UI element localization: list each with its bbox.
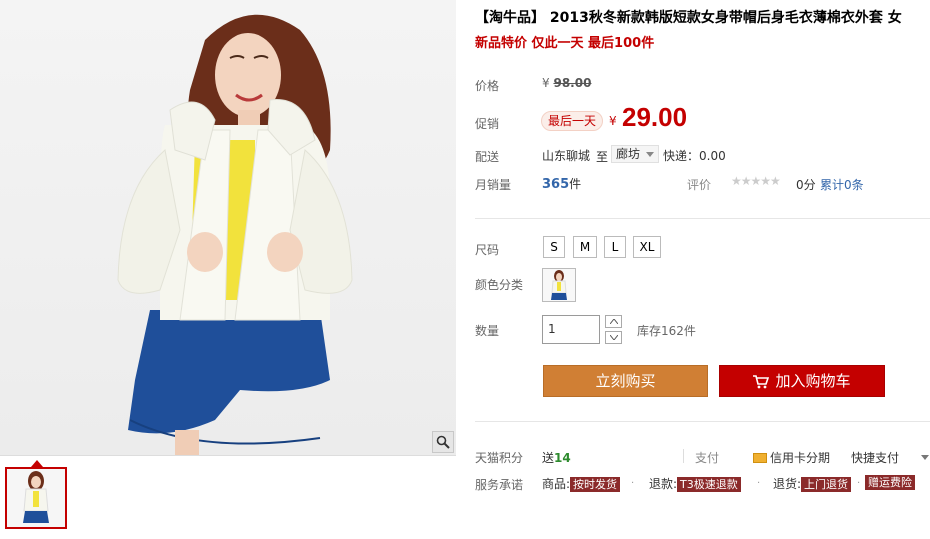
service-return: 退货: 上门退货 <box>773 475 852 492</box>
buy-now-button[interactable]: 立刻购买 <box>543 365 708 397</box>
list-price-value: 98.00 <box>553 76 592 90</box>
list-price-label: 价格 <box>475 79 500 93</box>
cart-icon <box>753 374 770 388</box>
tmall-points: 送14 <box>542 449 571 466</box>
service-promise-label: 服务承诺 <box>475 478 524 492</box>
sales-count: 365 <box>542 177 570 192</box>
zoom-icon[interactable] <box>432 431 454 453</box>
currency-symbol: ¥ <box>542 76 550 90</box>
monthly-sales: 365件 <box>542 175 581 192</box>
divider <box>475 218 930 219</box>
chevron-up-icon <box>609 319 618 324</box>
stock-count: 库存162件 <box>637 324 696 338</box>
quantity-input[interactable]: 1 <box>542 315 600 344</box>
color-option-white[interactable] <box>542 268 576 302</box>
size-option-m[interactable]: M <box>573 236 597 258</box>
service-refund: 退款: T3极速退款 <box>649 475 741 492</box>
size-label: 尺码 <box>475 243 500 257</box>
promo-label: 促销 <box>475 117 500 131</box>
size-option-s[interactable]: S <box>543 236 565 258</box>
monthly-sales-label: 月销量 <box>475 178 512 192</box>
promo-currency: ¥ <box>609 114 617 128</box>
size-option-xl[interactable]: XL <box>633 236 661 258</box>
door-return-badge[interactable]: 上门退货 <box>801 477 852 492</box>
credit-installment[interactable]: 信用卡分期 <box>753 449 830 466</box>
service-insurance: 赠运费险 <box>865 475 915 490</box>
star-rating-icon: ★★★★★ <box>731 174 781 188</box>
ship-to-select[interactable]: 廊坊 <box>611 145 660 163</box>
express-fee: 快递：0.00 <box>663 149 726 163</box>
ship-to-word: 至 <box>596 150 609 164</box>
goods-prefix: 商品: <box>542 477 571 491</box>
model-illustration <box>117 14 353 455</box>
shipping-insurance-badge[interactable]: 赠运费险 <box>865 475 915 490</box>
quantity-increase-button[interactable] <box>605 315 622 328</box>
separator-dot: · <box>757 478 761 489</box>
ship-from: 山东聊城 <box>542 149 591 163</box>
ship-to-city: 廊坊 <box>616 147 641 161</box>
chevron-down-icon <box>609 335 618 340</box>
separator <box>683 449 684 463</box>
refund-prefix: 退款: <box>649 477 678 491</box>
review-count-link[interactable]: 累计0条 <box>820 176 864 193</box>
separator-dot: · <box>631 478 635 489</box>
main-product-image[interactable] <box>0 0 456 456</box>
divider <box>475 421 930 422</box>
return-prefix: 退货: <box>773 477 802 491</box>
rating-score: 0分 <box>796 178 816 192</box>
chevron-down-icon <box>646 152 655 157</box>
points-value: 14 <box>554 451 571 465</box>
chevron-down-icon[interactable] <box>921 455 929 460</box>
points-send: 送 <box>542 451 555 465</box>
rating-label: 评价 <box>687 178 712 192</box>
fast-refund-badge[interactable]: T3极速退款 <box>677 477 741 492</box>
thumbnail-1[interactable] <box>5 467 67 529</box>
quantity-decrease-button[interactable] <box>605 331 622 344</box>
credit-card-icon <box>753 453 767 463</box>
size-option-l[interactable]: L <box>604 236 626 258</box>
color-label: 颜色分类 <box>475 278 524 292</box>
promo-tag: 最后一天 <box>541 111 604 131</box>
promo-price: 29.00 <box>622 102 688 132</box>
payment-label: 支付 <box>695 451 720 465</box>
credit-installment-label: 信用卡分期 <box>770 451 831 465</box>
on-time-shipping-badge[interactable]: 按时发货 <box>570 477 621 492</box>
quantity-label: 数量 <box>475 324 500 338</box>
thumbnail-pointer <box>31 460 43 467</box>
service-goods: 商品: 按时发货 <box>542 475 621 492</box>
separator-dot: · <box>857 478 861 489</box>
quick-pay[interactable]: 快捷支付 <box>851 449 899 466</box>
product-title: 【淘牛品】 2013秋冬新款韩版短款女身带帽后身毛衣薄棉衣外套 女 <box>475 10 902 26</box>
list-price: ¥ 98.00 <box>542 76 591 90</box>
sales-unit: 件 <box>569 177 582 191</box>
product-subtitle: 新品特价 仅此一天 最后100件 <box>475 36 655 51</box>
add-to-cart-label: 加入购物车 <box>775 372 851 390</box>
shipping-label: 配送 <box>475 150 500 164</box>
add-to-cart-button[interactable]: 加入购物车 <box>719 365 885 397</box>
tmall-points-label: 天猫积分 <box>475 451 524 465</box>
product-details: 【淘牛品】 2013秋冬新款韩版短款女身带帽后身毛衣薄棉衣外套 女 新品特价 仅… <box>475 0 930 539</box>
product-gallery <box>0 0 456 539</box>
